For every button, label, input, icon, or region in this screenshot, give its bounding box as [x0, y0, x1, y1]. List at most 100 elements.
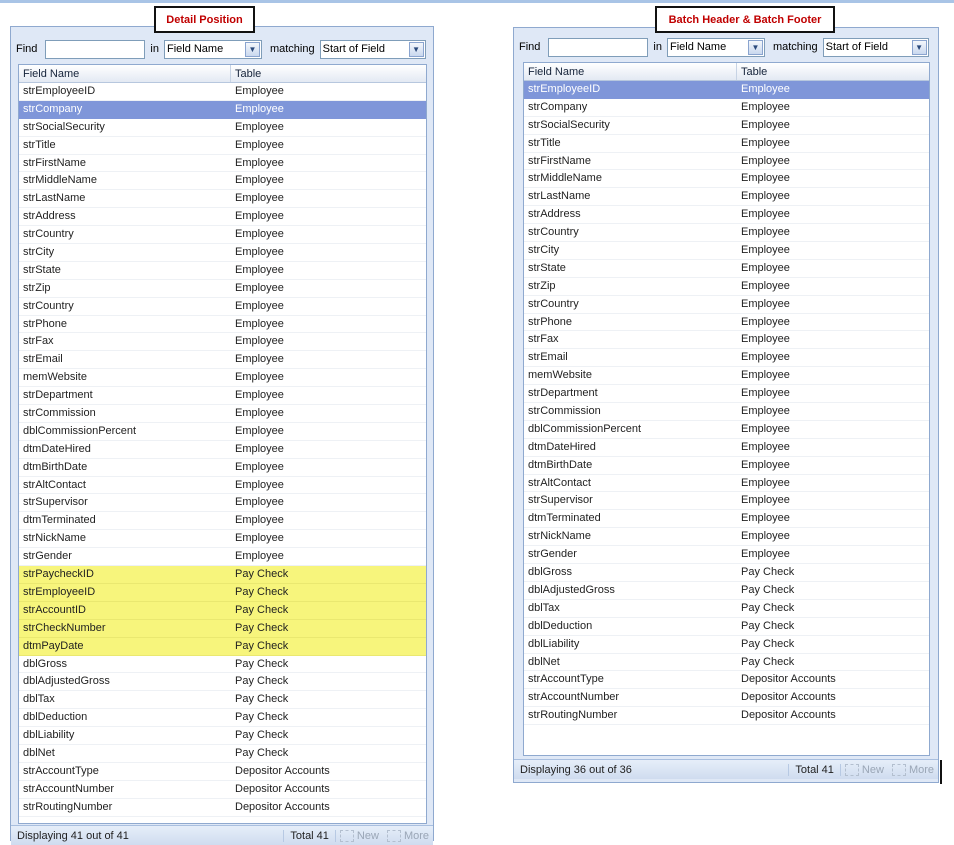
- cell-table: Pay Check: [235, 639, 289, 652]
- matching-select[interactable]: Start of Field ▼: [822, 37, 929, 57]
- table-row[interactable]: strMiddleName Employee: [524, 170, 929, 189]
- table-row[interactable]: dblAdjustedGross Pay Check: [524, 582, 929, 600]
- table-row[interactable]: memWebsite Employee: [524, 367, 929, 386]
- table-row[interactable]: strFax Employee: [19, 333, 426, 352]
- matching-select[interactable]: Start of Field ▼: [319, 39, 426, 59]
- chevron-down-icon[interactable]: ▼: [244, 41, 260, 57]
- find-input[interactable]: [548, 37, 649, 57]
- table-row[interactable]: dtmDateHired Employee: [19, 441, 426, 459]
- column-header-table[interactable]: Table: [737, 63, 929, 80]
- table-row[interactable]: dblNet Pay Check: [19, 745, 426, 763]
- table-row[interactable]: strCheckNumber Pay Check: [19, 619, 426, 638]
- table-row[interactable]: strTitle Employee: [524, 135, 929, 153]
- table-row[interactable]: dtmBirthDate Employee: [524, 457, 929, 475]
- table-row[interactable]: strLastName Employee: [19, 190, 426, 209]
- table-row[interactable]: strSocialSecurity Employee: [524, 117, 929, 135]
- table-row[interactable]: dblCommissionPercent Employee: [19, 423, 426, 441]
- table-row[interactable]: strEmail Employee: [524, 349, 929, 368]
- table-row[interactable]: strSupervisor Employee: [19, 494, 426, 513]
- table-row[interactable]: strAccountNumber Depositor Accounts: [524, 689, 929, 708]
- table-row[interactable]: strMiddleName Employee: [19, 172, 426, 191]
- table-row[interactable]: strEmployeeID Employee: [19, 83, 426, 101]
- table-row[interactable]: strTitle Employee: [19, 137, 426, 155]
- table-row[interactable]: strNickName Employee: [524, 528, 929, 547]
- column-header-table[interactable]: Table: [231, 65, 426, 82]
- table-row[interactable]: strGender Employee: [524, 546, 929, 565]
- new-button[interactable]: New: [336, 829, 383, 842]
- table-row[interactable]: strState Employee: [19, 262, 426, 280]
- table-row[interactable]: strAltContact Employee: [524, 475, 929, 493]
- table-row[interactable]: strAccountType Depositor Accounts: [524, 671, 929, 690]
- table-row[interactable]: strPhone Employee: [19, 316, 426, 334]
- table-row[interactable]: dblGross Pay Check: [19, 656, 426, 674]
- table-row[interactable]: strFirstName Employee: [19, 155, 426, 173]
- table-row[interactable]: dtmPayDate Pay Check: [19, 637, 426, 656]
- table-row[interactable]: dblLiability Pay Check: [19, 727, 426, 745]
- table-row[interactable]: strEmployeeID Pay Check: [19, 583, 426, 602]
- cell-field-name: memWebsite: [23, 371, 87, 384]
- table-row[interactable]: strEmployeeID Employee: [524, 81, 929, 99]
- table-row[interactable]: strDepartment Employee: [524, 385, 929, 404]
- table-row[interactable]: dblDeduction Pay Check: [524, 618, 929, 636]
- table-row[interactable]: strRoutingNumber Depositor Accounts: [19, 799, 426, 817]
- column-header-field-name[interactable]: Field Name: [524, 63, 737, 80]
- cell-table: Employee: [741, 261, 790, 274]
- table-row[interactable]: strEmail Employee: [19, 351, 426, 370]
- table-row[interactable]: dblGross Pay Check: [524, 564, 929, 582]
- table-row[interactable]: strCity Employee: [524, 242, 929, 260]
- table-row[interactable]: strPaycheckID Pay Check: [19, 566, 426, 584]
- find-input[interactable]: [45, 39, 146, 59]
- chevron-down-icon[interactable]: ▼: [408, 41, 424, 57]
- table-row[interactable]: dblLiability Pay Check: [524, 636, 929, 654]
- table-row[interactable]: dblDeduction Pay Check: [19, 709, 426, 728]
- table-row[interactable]: dblTax Pay Check: [524, 600, 929, 618]
- table-row[interactable]: strCommission Employee: [19, 405, 426, 423]
- table-row[interactable]: strCompany Employee: [19, 100, 426, 119]
- chevron-down-icon[interactable]: ▼: [911, 39, 927, 55]
- in-field-select[interactable]: Field Name ▼: [666, 37, 765, 57]
- table-row[interactable]: dtmBirthDate Employee: [19, 459, 426, 477]
- table-row[interactable]: strAccountType Depositor Accounts: [19, 763, 426, 781]
- table-row[interactable]: strZip Employee: [524, 278, 929, 296]
- table-row[interactable]: strAccountNumber Depositor Accounts: [19, 781, 426, 799]
- table-row[interactable]: strAddress Employee: [19, 208, 426, 227]
- table-row[interactable]: strGender Employee: [19, 548, 426, 567]
- table-row[interactable]: strCountry Employee: [19, 226, 426, 245]
- table-row[interactable]: strAddress Employee: [524, 206, 929, 225]
- table-row[interactable]: dtmTerminated Employee: [19, 512, 426, 531]
- chevron-down-icon[interactable]: ▼: [747, 39, 763, 55]
- table-row[interactable]: strSocialSecurity Employee: [19, 119, 426, 137]
- table-row[interactable]: strCity Employee: [19, 244, 426, 262]
- table-row[interactable]: strFirstName Employee: [524, 153, 929, 171]
- table-row[interactable]: strNickName Employee: [19, 530, 426, 549]
- table-row[interactable]: strCompany Employee: [524, 99, 929, 117]
- in-field-select[interactable]: Field Name ▼: [163, 39, 262, 59]
- table-row[interactable]: strState Employee: [524, 260, 929, 278]
- column-header-field-name[interactable]: Field Name: [19, 65, 231, 82]
- table-row[interactable]: strRoutingNumber Depositor Accounts: [524, 707, 929, 726]
- table-row[interactable]: memWebsite Employee: [19, 369, 426, 388]
- table-row[interactable]: strCommission Employee: [524, 403, 929, 421]
- more-button[interactable]: More: [383, 829, 433, 842]
- table-row[interactable]: dblNet Pay Check: [524, 654, 929, 672]
- table-row[interactable]: strFax Employee: [524, 331, 929, 350]
- table-row[interactable]: strZip Employee: [19, 280, 426, 298]
- table-row[interactable]: strPhone Employee: [524, 314, 929, 332]
- more-button[interactable]: More: [888, 763, 938, 776]
- cell-field-name: dtmDateHired: [528, 440, 596, 453]
- table-row[interactable]: strDepartment Employee: [19, 387, 426, 406]
- table-row[interactable]: strAccountID Pay Check: [19, 601, 426, 620]
- table-row[interactable]: strCountry Employee: [19, 298, 426, 316]
- table-row[interactable]: strAltContact Employee: [19, 477, 426, 495]
- table-row[interactable]: strCountry Employee: [524, 296, 929, 314]
- table-row[interactable]: dblCommissionPercent Employee: [524, 421, 929, 439]
- cell-field-name: dblNet: [528, 655, 560, 668]
- table-row[interactable]: strLastName Employee: [524, 188, 929, 207]
- table-row[interactable]: strCountry Employee: [524, 224, 929, 243]
- table-row[interactable]: dblTax Pay Check: [19, 691, 426, 710]
- table-row[interactable]: dtmTerminated Employee: [524, 510, 929, 529]
- table-row[interactable]: dtmDateHired Employee: [524, 439, 929, 457]
- table-row[interactable]: strSupervisor Employee: [524, 492, 929, 511]
- table-row[interactable]: dblAdjustedGross Pay Check: [19, 673, 426, 692]
- new-button[interactable]: New: [841, 763, 888, 776]
